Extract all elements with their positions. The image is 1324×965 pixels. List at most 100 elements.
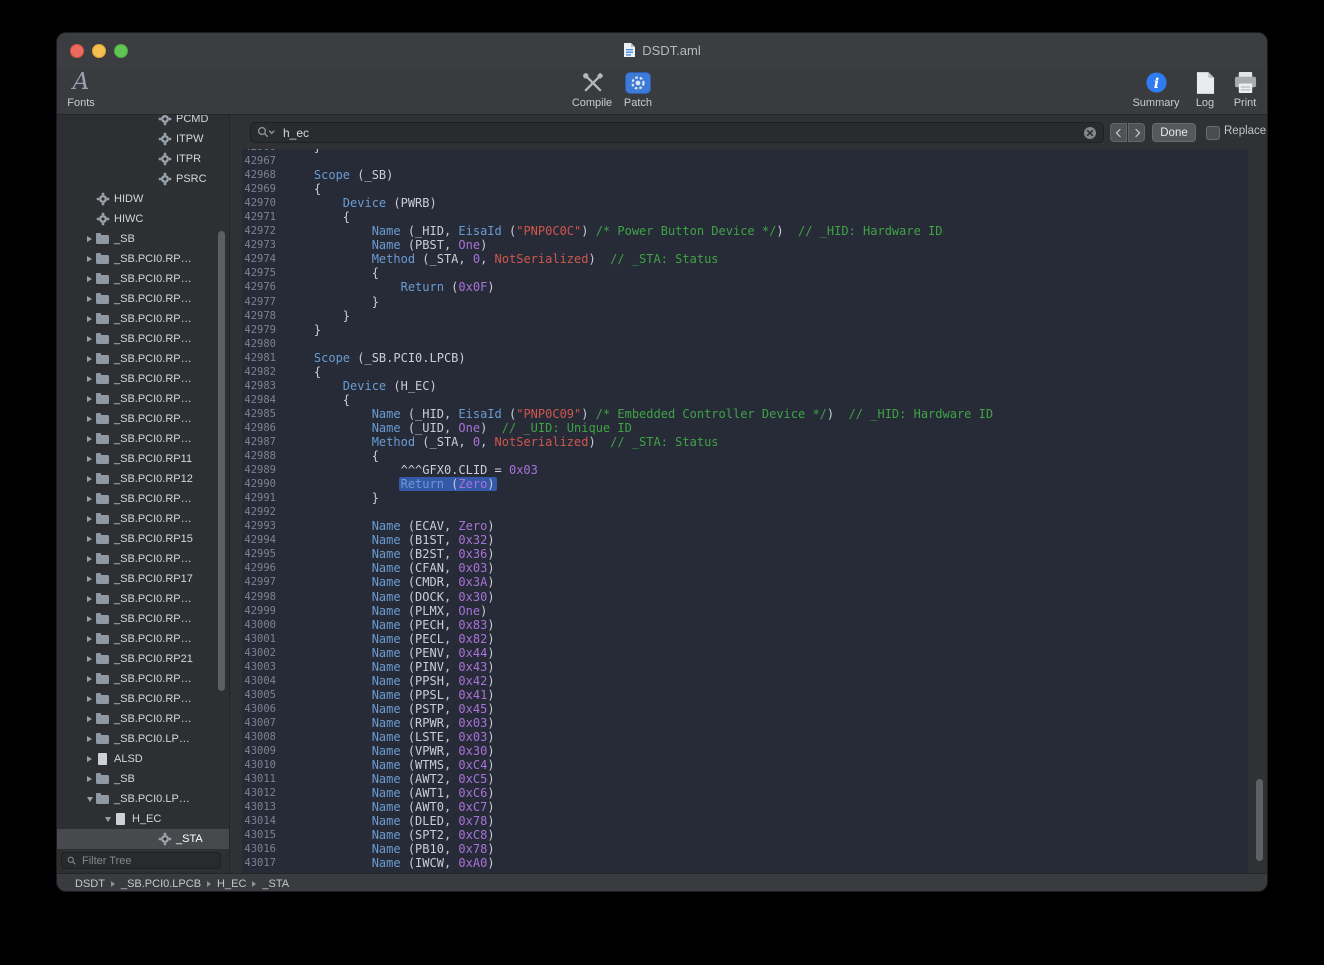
clear-search-icon[interactable] [1083,126,1097,140]
tree-item--sb-pci0-rp-[interactable]: _SB.PCI0.RP… [57,549,229,569]
code-line[interactable]: 42983 Device (H_EC) [242,379,1248,393]
tree-item--sb-pci0-rp-[interactable]: _SB.PCI0.RP… [57,629,229,649]
filter-tree-field[interactable] [61,852,221,869]
code-line[interactable]: 42997 Name (CMDR, 0x3A) [242,575,1248,589]
disclosure-triangle[interactable] [83,536,96,542]
tree-item--sb[interactable]: _SB [57,229,229,249]
minimize-button[interactable] [92,44,106,58]
tree-item-pcmd[interactable]: PCMD [57,115,229,129]
disclosure-triangle[interactable] [83,296,96,302]
code-line[interactable]: 43005 Name (PPSL, 0x41) [242,688,1248,702]
code-line[interactable]: 43017 Name (IWCW, 0xA0) [242,856,1248,870]
disclosure-triangle[interactable] [83,656,96,662]
tree-item--sb-pci0-rp-[interactable]: _SB.PCI0.RP… [57,249,229,269]
tree-item--sb-pci0-rp-[interactable]: _SB.PCI0.RP… [57,709,229,729]
code-line[interactable]: 42968 Scope (_SB) [242,168,1248,182]
done-button[interactable]: Done [1152,123,1196,142]
code-line[interactable]: 43014 Name (DLED, 0x78) [242,814,1248,828]
find-next-button[interactable] [1128,123,1145,142]
code-line[interactable]: 42994 Name (B1ST, 0x32) [242,533,1248,547]
tree-item--sb-pci0-lp-[interactable]: _SB.PCI0.LP… [57,789,229,809]
code-line[interactable]: 43007 Name (RPWR, 0x03) [242,716,1248,730]
code-line[interactable]: 42979 } [242,323,1248,337]
patch-button[interactable]: Patch [614,69,662,113]
breadcrumb-item[interactable]: _SB.PCI0.LPCB [121,878,201,890]
zoom-button[interactable] [114,44,128,58]
fonts-button[interactable]: A Fonts [59,69,103,113]
disclosure-triangle[interactable] [83,396,96,402]
disclosure-triangle[interactable] [83,476,96,482]
filter-tree-input[interactable] [80,854,215,868]
tree-item--sb-pci0-rp-[interactable]: _SB.PCI0.RP… [57,429,229,449]
tree-item--sb-pci0-lp-[interactable]: _SB.PCI0.LP… [57,729,229,749]
code-line[interactable]: 43011 Name (AWT2, 0xC5) [242,772,1248,786]
tree-item--sb-pci0-rp-[interactable]: _SB.PCI0.RP… [57,689,229,709]
log-button[interactable]: Log [1183,69,1227,113]
code-line[interactable]: 42980 [242,337,1248,351]
tree-item-hiwc[interactable]: HIWC [57,209,229,229]
code-line[interactable]: 42988 { [242,449,1248,463]
code-line[interactable]: 42989 ^^^GFX0.CLID = 0x03 [242,463,1248,477]
code-line[interactable]: 42996 Name (CFAN, 0x03) [242,561,1248,575]
disclosure-triangle[interactable] [83,556,96,562]
code-line[interactable]: 42990 Return (Zero) [242,477,1248,491]
code-line[interactable]: 42992 [242,505,1248,519]
disclosure-triangle[interactable] [83,376,96,382]
tree-item--sb-pci0-rp-[interactable]: _SB.PCI0.RP… [57,409,229,429]
code-line[interactable]: 42972 Name (_HID, EisaId ("PNP0C0C") /* … [242,224,1248,238]
tree-item--sb-pci0-rp-[interactable]: _SB.PCI0.RP… [57,289,229,309]
disclosure-triangle[interactable] [83,576,96,582]
code-line[interactable]: 42969 { [242,182,1248,196]
tree-item-itpw[interactable]: ITPW [57,129,229,149]
code-line[interactable]: 42987 Method (_STA, 0, NotSerialized) //… [242,435,1248,449]
tree-item--sb-pci0-rp-[interactable]: _SB.PCI0.RP… [57,269,229,289]
code-line[interactable]: 43006 Name (PSTP, 0x45) [242,702,1248,716]
code-line[interactable]: 43016 Name (PB10, 0x78) [242,842,1248,856]
tree-item--sb-pci0-rp12[interactable]: _SB.PCI0.RP12 [57,469,229,489]
code-line[interactable]: 42973 Name (PBST, One) [242,238,1248,252]
code-line[interactable]: 42985 Name (_HID, EisaId ("PNP0C09") /* … [242,407,1248,421]
compile-button[interactable]: Compile [566,69,618,113]
tree-item-hidw[interactable]: HIDW [57,189,229,209]
code-line[interactable]: 43001 Name (PECL, 0x82) [242,632,1248,646]
disclosure-triangle[interactable] [83,356,96,362]
code-line[interactable]: 43003 Name (PINV, 0x43) [242,660,1248,674]
disclosure-triangle[interactable] [101,817,114,822]
disclosure-triangle[interactable] [83,716,96,722]
disclosure-triangle[interactable] [83,756,96,762]
code-line[interactable]: 43009 Name (VPWR, 0x30) [242,744,1248,758]
sidebar-scrollbar[interactable] [218,231,225,691]
code-line[interactable]: 43012 Name (AWT1, 0xC6) [242,786,1248,800]
print-button[interactable]: Print [1223,69,1267,113]
tree-item--sb-pci0-rp-[interactable]: _SB.PCI0.RP… [57,609,229,629]
disclosure-triangle[interactable] [83,456,96,462]
code-line[interactable]: 42999 Name (PLMX, One) [242,604,1248,618]
disclosure-triangle[interactable] [83,256,96,262]
replace-checkbox[interactable] [1206,126,1220,140]
tree-item-itpr[interactable]: ITPR [57,149,229,169]
code-line[interactable]: 43015 Name (SPT2, 0xC8) [242,828,1248,842]
tree-item--sb-pci0-rp-[interactable]: _SB.PCI0.RP… [57,489,229,509]
find-field[interactable] [250,122,1104,143]
tree-item--sb-pci0-rp-[interactable]: _SB.PCI0.RP… [57,309,229,329]
tree-item--sb-pci0-rp15[interactable]: _SB.PCI0.RP15 [57,529,229,549]
disclosure-triangle[interactable] [83,797,96,802]
code-line[interactable]: 43004 Name (PPSH, 0x42) [242,674,1248,688]
tree-item--sb[interactable]: _SB [57,769,229,789]
tree-item--sb-pci0-rp17[interactable]: _SB.PCI0.RP17 [57,569,229,589]
code-line[interactable]: 43010 Name (WTMS, 0xC4) [242,758,1248,772]
tree-item-alsd[interactable]: ALSD [57,749,229,769]
close-button[interactable] [70,44,84,58]
code-line[interactable]: 42975 { [242,266,1248,280]
disclosure-triangle[interactable] [83,436,96,442]
disclosure-triangle[interactable] [83,496,96,502]
disclosure-triangle[interactable] [83,416,96,422]
code-line[interactable]: 42974 Method (_STA, 0, NotSerialized) //… [242,252,1248,266]
tree-item--sb-pci0-rp-[interactable]: _SB.PCI0.RP… [57,329,229,349]
find-input[interactable] [281,125,1078,141]
breadcrumb-item[interactable]: DSDT [75,878,105,890]
tree-item--sb-pci0-rp-[interactable]: _SB.PCI0.RP… [57,389,229,409]
tree-item--sb-pci0-rp-[interactable]: _SB.PCI0.RP… [57,369,229,389]
sidebar-tree[interactable]: PCMDITPWITPRPSRCHIDWHIWC_SB_SB.PCI0.RP…_… [57,115,229,849]
disclosure-triangle[interactable] [83,596,96,602]
